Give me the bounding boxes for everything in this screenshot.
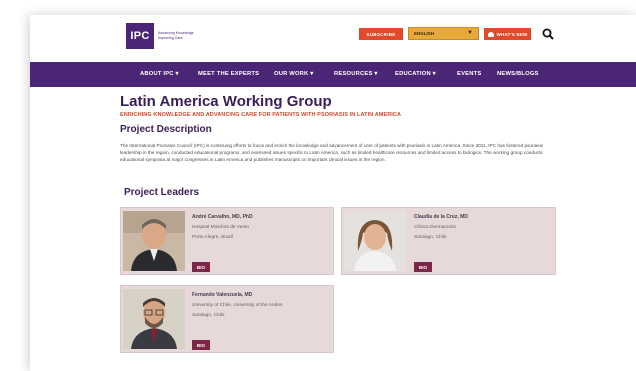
leader-card-valenzuela: Fernando Valenzuela, MD University of Ch…: [120, 285, 334, 353]
whats-new-label: WHAT'S NEW: [496, 31, 528, 37]
leader-location: Santiago, Chile: [414, 235, 447, 240]
ipc-logo[interactable]: IPC Advancing Knowledge Improving Care: [126, 23, 206, 49]
nav-our-work[interactable]: OUR WORK ▾: [274, 62, 313, 87]
language-selected-value: ENGLISH: [414, 31, 435, 36]
logo-tagline: Advancing Knowledge Improving Care: [158, 31, 194, 40]
logo-mark: IPC: [126, 23, 154, 49]
bell-icon: [487, 31, 494, 37]
leader-location: Santiago, Chile: [192, 313, 225, 318]
nav-about-ipc[interactable]: ABOUT IPC ▾: [140, 62, 179, 87]
nav-education[interactable]: EDUCATION ▾: [395, 62, 436, 87]
chevron-down-icon: ▼: [467, 30, 473, 36]
whats-new-button[interactable]: WHAT'S NEW: [484, 28, 531, 40]
search-icon[interactable]: [542, 28, 554, 40]
nav-resources[interactable]: RESOURCES ▾: [334, 62, 377, 87]
leader-name: Claudia de la Cruz, MD: [414, 214, 468, 220]
bio-button[interactable]: BIO: [192, 262, 210, 272]
main-nav: ABOUT IPC ▾ MEET THE EXPERTS OUR WORK ▾ …: [30, 62, 636, 87]
leader-name: Fernando Valenzuela, MD: [192, 292, 253, 298]
bio-button[interactable]: BIO: [414, 262, 432, 272]
project-description-text: The International Psoriasis Council (IPC…: [120, 143, 543, 163]
leader-card-de-la-cruz: Claudia de la Cruz, MD Clínica Dermacros…: [341, 207, 556, 275]
leader-photo: [344, 211, 406, 271]
leader-affiliation: Hospital Moinhos de Vento: [192, 225, 250, 230]
site-header: IPC Advancing Knowledge Improving Care S…: [30, 15, 636, 61]
page-title: Latin America Working Group: [120, 93, 332, 110]
project-description-heading: Project Description: [120, 124, 212, 135]
subscribe-button[interactable]: SUBSCRIBE: [359, 28, 403, 40]
page-subtitle: ENRICHING KNOWLEDGE AND ADVANCING CARE F…: [120, 112, 402, 118]
language-select[interactable]: ENGLISH ▼: [408, 27, 479, 40]
leader-card-carvalho: André Carvalho, MD, PhD Hospital Moinhos…: [120, 207, 334, 275]
leader-photo: [123, 289, 185, 349]
nav-news-blogs[interactable]: NEWS/BLOGS: [497, 62, 539, 87]
leader-affiliation: University of Chile, University of the A…: [192, 303, 283, 308]
leader-name: André Carvalho, MD, PhD: [192, 214, 253, 220]
browser-page: IPC Advancing Knowledge Improving Care S…: [30, 15, 636, 371]
nav-meet-the-experts[interactable]: MEET THE EXPERTS: [198, 62, 259, 87]
nav-events[interactable]: EVENTS: [457, 62, 481, 87]
bio-button[interactable]: BIO: [192, 340, 210, 350]
leader-affiliation: Clínica Dermacross: [414, 225, 456, 230]
project-leaders-heading: Project Leaders: [124, 187, 200, 198]
leader-location: Porto Alegre, Brazil: [192, 235, 234, 240]
leader-photo: [123, 211, 185, 271]
